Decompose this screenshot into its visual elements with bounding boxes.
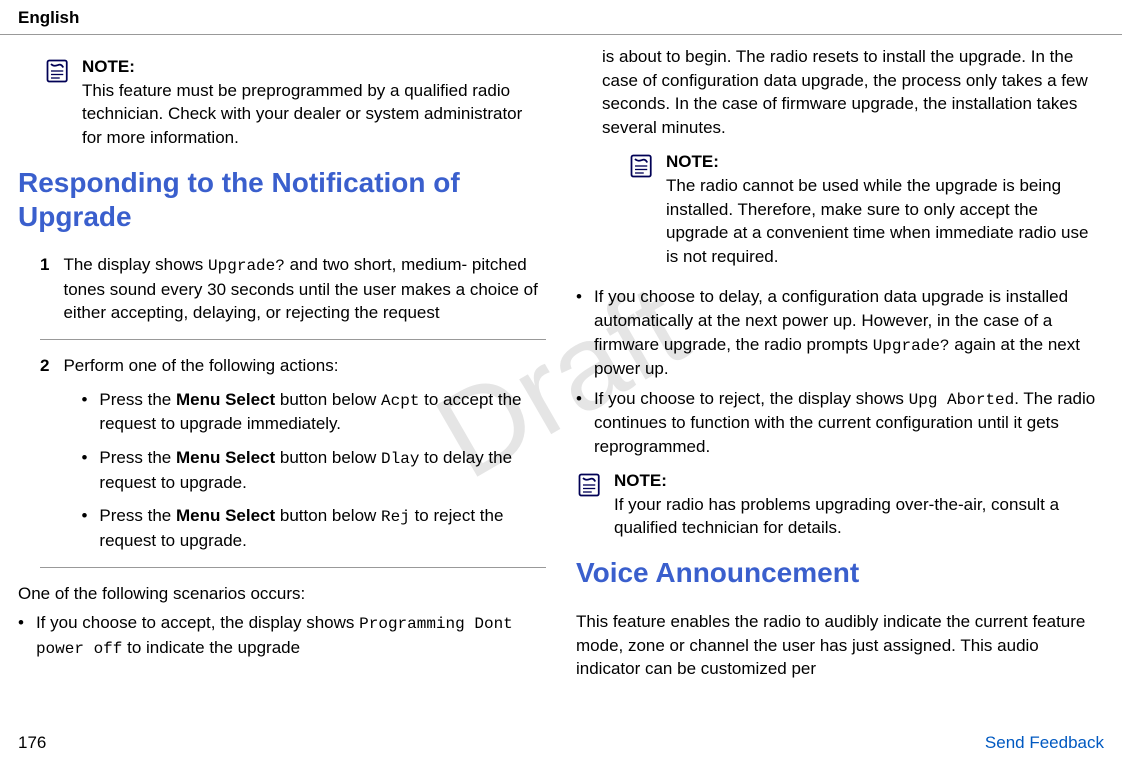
note-icon <box>628 152 656 180</box>
scenarios-intro: One of the following scenarios occurs: <box>18 582 546 606</box>
step-intro: Perform one of the following actions: <box>63 354 546 378</box>
send-feedback-link[interactable]: Send Feedback <box>985 731 1104 755</box>
bullet-reject: • If you choose to reject, the display s… <box>576 387 1104 459</box>
divider <box>40 567 546 568</box>
step-body: Perform one of the following actions: • … <box>63 354 546 552</box>
text-fragment: to indicate the upgrade <box>122 638 300 657</box>
bullet-dot: • <box>576 387 582 459</box>
bold-text: Menu Select <box>176 506 275 525</box>
note-label: NOTE: <box>614 469 1104 493</box>
note-label: NOTE: <box>82 55 546 79</box>
note-icon <box>576 471 604 499</box>
divider <box>40 339 546 340</box>
step-body: The display shows Upgrade? and two short… <box>63 253 546 325</box>
footer: 176 Send Feedback <box>0 731 1122 755</box>
sub-bullet: • Press the Menu Select button below Dla… <box>81 446 546 494</box>
step-number: 2 <box>40 354 49 552</box>
text-fragment: Press the <box>99 448 176 467</box>
step-2: 2 Perform one of the following actions: … <box>40 354 546 566</box>
text-fragment: The display shows <box>63 255 208 274</box>
continuation-text: is about to begin. The radio resets to i… <box>602 45 1104 140</box>
bold-text: Menu Select <box>176 390 275 409</box>
section-heading-responding: Responding to the Notification of Upgrad… <box>18 166 546 233</box>
bullet-dot: • <box>576 285 582 381</box>
step-number: 1 <box>40 253 49 325</box>
note-body: If your radio has problems upgrading ove… <box>614 495 1059 538</box>
text-fragment: button below <box>275 448 381 467</box>
bullet-delay: • If you choose to delay, a configuratio… <box>576 285 1104 381</box>
bold-text: Menu Select <box>176 448 275 467</box>
mono-text: Upgrade? <box>873 337 950 355</box>
sub-bullet: • Press the Menu Select button below Acp… <box>81 388 546 436</box>
section-heading-voice: Voice Announcement <box>576 556 1104 590</box>
note-icon <box>44 57 72 85</box>
note-body: This feature must be preprogrammed by a … <box>82 81 522 148</box>
text-fragment: button below <box>275 390 381 409</box>
note-label: NOTE: <box>666 150 1104 174</box>
note-block-3: NOTE: If your radio has problems upgradi… <box>576 469 1104 540</box>
text-fragment: Press the <box>99 506 176 525</box>
mono-text: Upgrade? <box>208 257 285 275</box>
mono-text: Rej <box>381 508 410 526</box>
bullet-accept: • If you choose to accept, the display s… <box>18 611 546 660</box>
column-right: is about to begin. The radio resets to i… <box>576 45 1104 687</box>
bullet-dot: • <box>81 446 87 494</box>
text-fragment: If you choose to accept, the display sho… <box>36 613 359 632</box>
step-1: 1 The display shows Upgrade? and two sho… <box>40 253 546 339</box>
bullet-dot: • <box>18 611 24 660</box>
bullet-dot: • <box>81 504 87 552</box>
note-block-1: NOTE: This feature must be preprogrammed… <box>44 55 546 150</box>
column-left: NOTE: This feature must be preprogrammed… <box>18 45 546 687</box>
mono-text: Dlay <box>381 450 419 468</box>
header-language: English <box>0 0 1122 35</box>
mono-text: Acpt <box>381 392 419 410</box>
note-block-2: NOTE: The radio cannot be used while the… <box>628 150 1104 269</box>
page-number: 176 <box>18 731 46 755</box>
mono-text: Upg Aborted <box>909 391 1015 409</box>
voice-announcement-paragraph: This feature enables the radio to audibl… <box>576 610 1104 681</box>
note-body: The radio cannot be used while the upgra… <box>666 176 1088 266</box>
bullet-dot: • <box>81 388 87 436</box>
text-fragment: If you choose to reject, the display sho… <box>594 389 909 408</box>
sub-bullet: • Press the Menu Select button below Rej… <box>81 504 546 552</box>
text-fragment: Press the <box>99 390 176 409</box>
text-fragment: button below <box>275 506 381 525</box>
